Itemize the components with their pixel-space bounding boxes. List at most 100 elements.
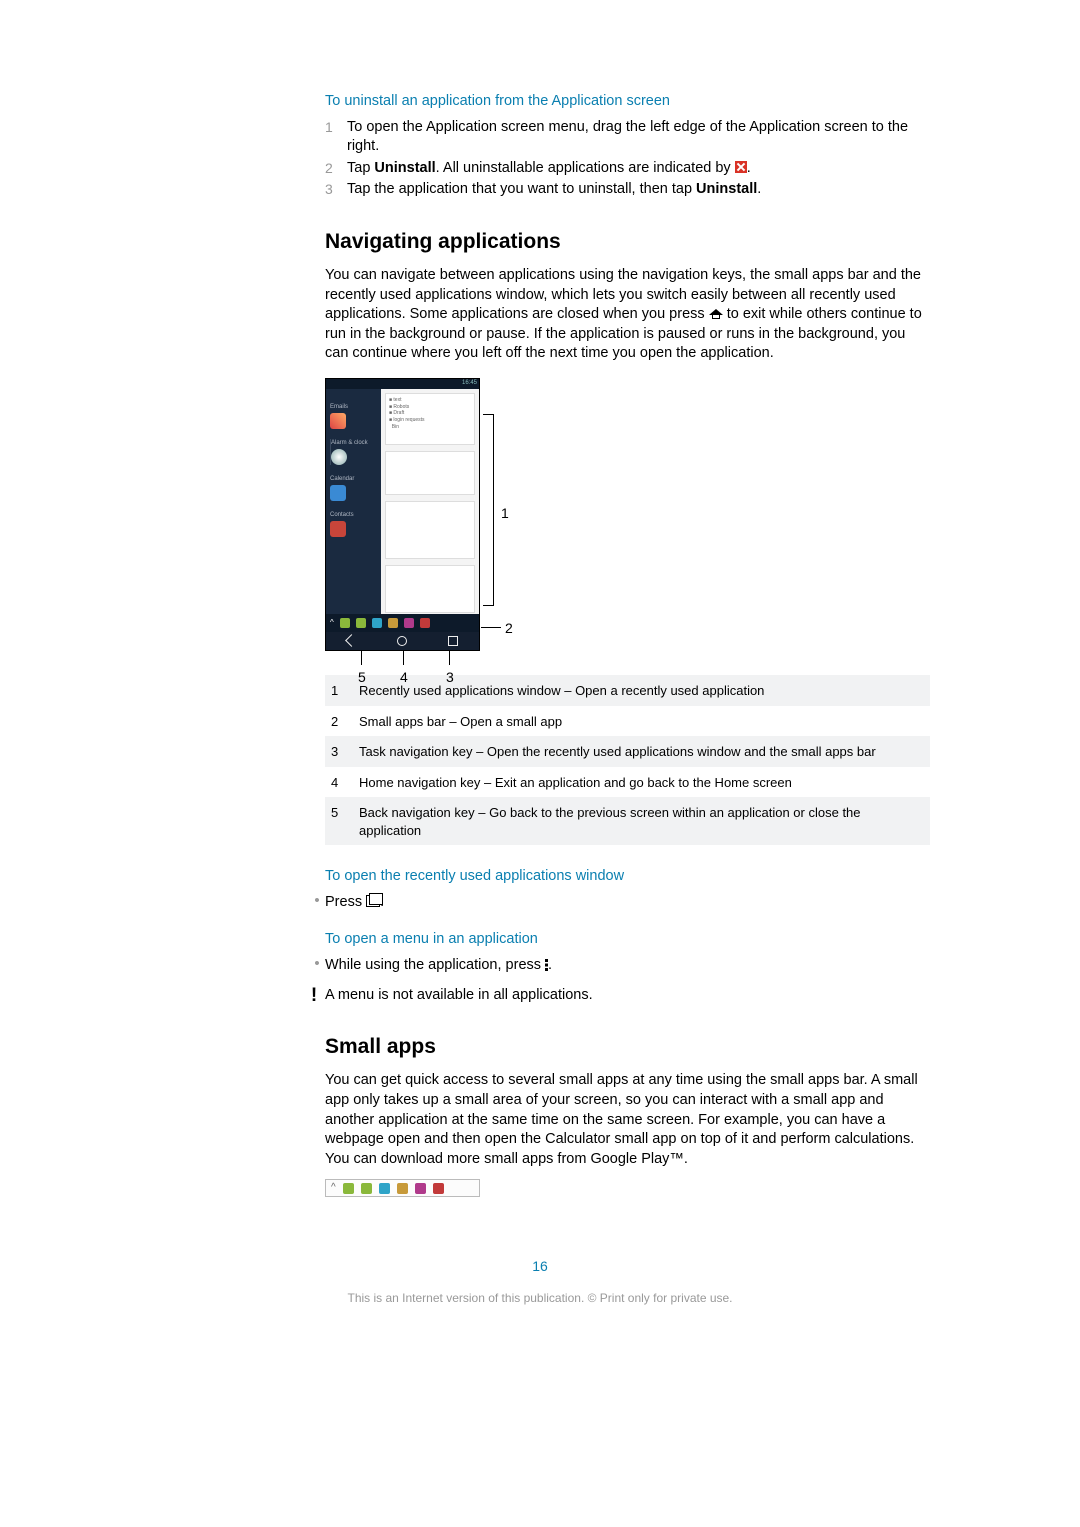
expand-icon: ^ xyxy=(331,1181,336,1195)
step-post: . All uninstallable applications are ind… xyxy=(436,160,735,176)
legend-num: 2 xyxy=(331,713,359,731)
app-icon xyxy=(330,485,346,501)
small-app-icon xyxy=(415,1183,426,1194)
legend-row: 2Small apps bar – Open a small app xyxy=(325,706,930,737)
small-app-icon xyxy=(372,618,382,628)
legend-table: 1Recently used applications window – Ope… xyxy=(325,675,930,845)
bullet-row: • While using the application, press . xyxy=(309,956,930,976)
bullet-body: While using the application, press . xyxy=(325,956,552,976)
callout-label-3: 3 xyxy=(446,668,454,687)
status-bar: 16:45 xyxy=(326,379,479,389)
step-body: Tap Uninstall. All uninstallable applica… xyxy=(347,159,930,179)
preview-panel xyxy=(385,451,475,495)
step-bold: Uninstall xyxy=(374,160,435,176)
step-pre: Tap xyxy=(347,160,374,176)
preview-panel xyxy=(385,565,475,613)
legend-text: Home navigation key – Exit an applicatio… xyxy=(359,774,924,792)
step-row: 2 Tap Uninstall. All uninstallable appli… xyxy=(325,159,930,179)
legend-num: 4 xyxy=(331,774,359,792)
small-apps-bar-figure: ^ xyxy=(325,1179,480,1197)
bullet-body: Press . xyxy=(325,893,384,913)
bullet-post: . xyxy=(548,957,552,973)
navigating-heading: Navigating applications xyxy=(325,228,930,256)
step-num: 3 xyxy=(325,180,347,200)
device-screenshot: 16:45 Emails Alarm & clock Calendar Cont… xyxy=(325,378,480,651)
callout-label-2: 2 xyxy=(505,619,513,638)
callout-label-4: 4 xyxy=(400,668,408,687)
recent-app: Contacts xyxy=(330,511,377,537)
small-app-icon xyxy=(397,1183,408,1194)
bullet-icon: • xyxy=(309,893,325,913)
legend-text: Task navigation key – Open the recently … xyxy=(359,743,924,761)
callout-bracket-1 xyxy=(483,414,494,606)
legend-row: 3Task navigation key – Open the recently… xyxy=(325,736,930,767)
menu-key-icon xyxy=(545,959,548,971)
step-row: 1 To open the Application screen menu, d… xyxy=(325,118,930,157)
callout-line-5 xyxy=(361,651,362,665)
warning-icon: ! xyxy=(303,986,325,1005)
navigation-bar xyxy=(326,632,479,650)
callout-line-4 xyxy=(403,651,404,665)
legend-num: 3 xyxy=(331,743,359,761)
small-app-icon xyxy=(361,1183,372,1194)
bullet-row: • Press . xyxy=(309,893,930,913)
recent-apps-list: Emails Alarm & clock Calendar Contacts xyxy=(326,389,381,614)
step-num: 2 xyxy=(325,159,347,179)
step-post: . xyxy=(757,181,761,197)
step-row: 3 Tap the application that you want to u… xyxy=(325,180,930,200)
manual-page: To uninstall an application from the App… xyxy=(150,0,930,1346)
task-key-icon xyxy=(366,895,380,907)
app-icon xyxy=(330,413,346,429)
legend-row: 1Recently used applications window – Ope… xyxy=(325,675,930,706)
small-app-icon xyxy=(343,1183,354,1194)
warning-row: ! A menu is not available in all applica… xyxy=(303,986,930,1006)
home-nav-icon xyxy=(397,636,407,646)
step-num: 1 xyxy=(325,118,347,157)
small-app-icon xyxy=(404,618,414,628)
legend-row: 4Home navigation key – Exit an applicati… xyxy=(325,767,930,798)
navigation-figure: 16:45 Emails Alarm & clock Calendar Cont… xyxy=(325,378,515,651)
recent-app: Alarm & clock xyxy=(330,439,377,465)
legend-text: Recently used applications window – Open… xyxy=(359,682,924,700)
small-app-icon xyxy=(356,618,366,628)
bullet-icon: • xyxy=(309,956,325,976)
legend-num: 1 xyxy=(331,682,359,700)
period: . xyxy=(747,160,751,176)
navigating-para: You can navigate between applications us… xyxy=(325,266,930,364)
bullet-pre: While using the application, press xyxy=(325,957,545,973)
recent-apps-screen: Emails Alarm & clock Calendar Contacts ■… xyxy=(326,389,479,614)
small-app-icon xyxy=(433,1183,444,1194)
legend-row: 5Back navigation key – Go back to the pr… xyxy=(325,797,930,845)
recent-subhead: To open the recently used applications w… xyxy=(325,867,930,887)
task-nav-icon xyxy=(448,636,458,646)
small-app-icon xyxy=(388,618,398,628)
callout-label-1: 1 xyxy=(501,504,509,523)
content-column: To uninstall an application from the App… xyxy=(325,92,930,1197)
recent-app: Calendar xyxy=(330,475,377,501)
status-time: 16:45 xyxy=(462,380,477,386)
step-body: To open the Application screen menu, dra… xyxy=(347,118,930,157)
small-app-icon xyxy=(379,1183,390,1194)
back-nav-icon xyxy=(345,635,358,648)
step-bold: Uninstall xyxy=(696,181,757,197)
menu-subhead: To open a menu in an application xyxy=(325,930,930,950)
callout-line-2 xyxy=(481,627,501,628)
home-icon xyxy=(709,307,723,319)
bullet-pre: Press xyxy=(325,894,366,910)
small-apps-para: You can get quick access to several smal… xyxy=(325,1071,930,1169)
step-body: Tap the application that you want to uni… xyxy=(347,180,930,200)
app-icon xyxy=(330,521,346,537)
small-apps-bar: ^ xyxy=(326,614,479,632)
app-icon xyxy=(331,449,347,465)
step-pre: Tap the application that you want to uni… xyxy=(347,181,696,197)
legend-text: Back navigation key – Go back to the pre… xyxy=(359,804,924,839)
page-number: 16 xyxy=(150,1257,930,1276)
recent-app: Emails xyxy=(330,403,377,429)
recent-apps-preview: ■ text■ Robots■ Draft■ login requests Bi… xyxy=(381,389,479,614)
warning-text: A menu is not available in all applicati… xyxy=(325,986,593,1006)
callout-label-5: 5 xyxy=(358,668,366,687)
expand-icon: ^ xyxy=(330,618,334,629)
small-app-icon xyxy=(420,618,430,628)
uninstall-x-icon xyxy=(735,161,747,173)
callout-line-3 xyxy=(449,651,450,665)
